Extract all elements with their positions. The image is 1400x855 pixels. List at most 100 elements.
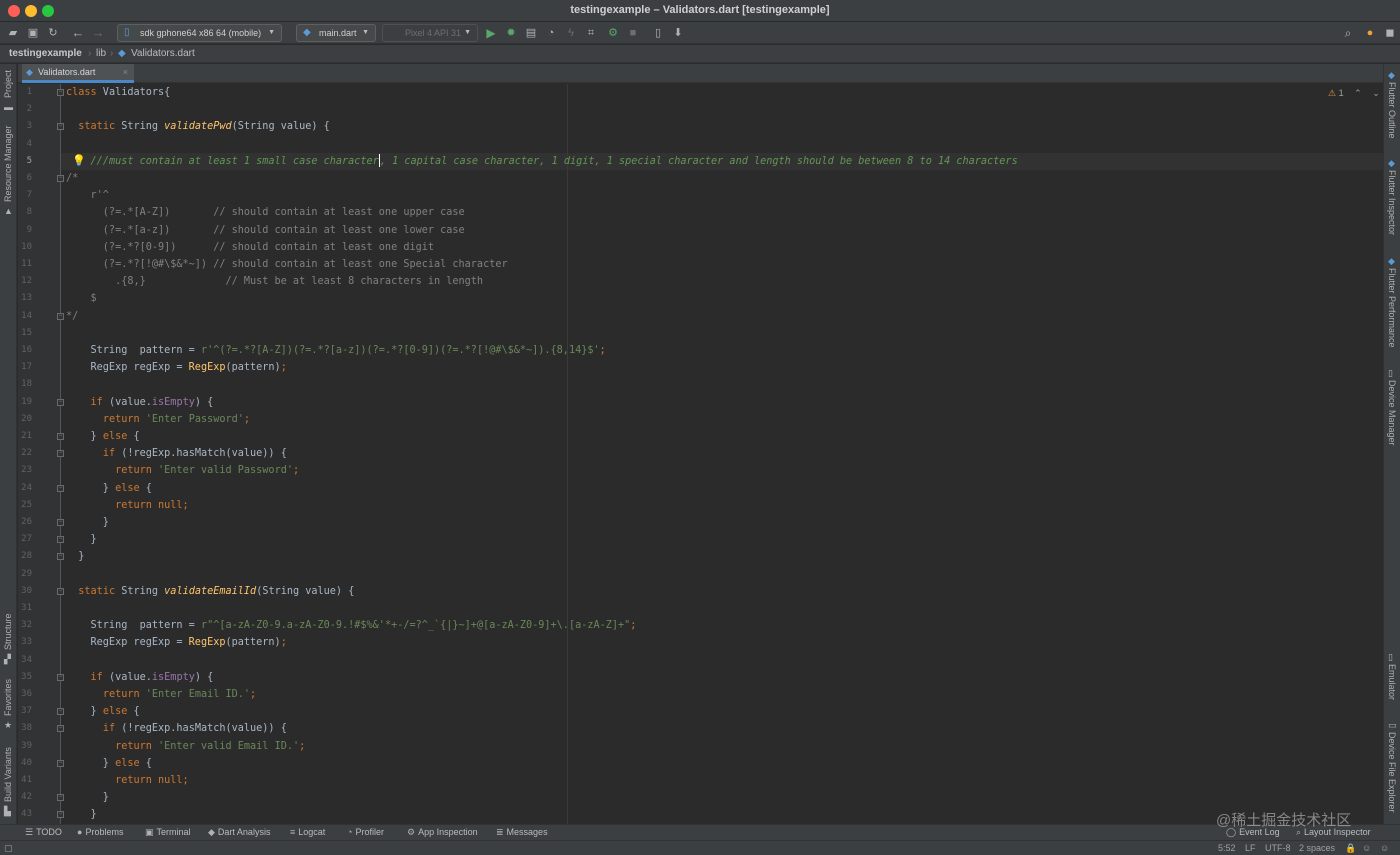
tab-todo[interactable]: ☰ TODO	[25, 825, 62, 840]
hot-reload-icon[interactable]: ϟ	[563, 25, 579, 41]
code-line: String pattern = r'^(?=.*?[A-Z])(?=.*?[a…	[66, 342, 606, 359]
inspector-face-icon[interactable]: ☺	[1362, 841, 1371, 855]
tab-terminal[interactable]: ▣ Terminal	[145, 825, 191, 840]
build-variants-tool-tab[interactable]: ▙ Build Variants	[0, 742, 17, 820]
device-manager-icon[interactable]: ▯	[650, 25, 666, 41]
code-token: ;	[280, 637, 287, 649]
code-token: else	[115, 757, 140, 769]
device-selector[interactable]: ▯ sdk gphone64 x86 64 (mobile) ▼	[117, 24, 282, 42]
fold-marker[interactable]: −	[57, 587, 64, 595]
close-icon[interactable]: ×	[123, 64, 128, 80]
inspection-widget[interactable]: ⚠ 1 ⌃ ⌄	[1328, 86, 1380, 100]
tab-logcat[interactable]: ≡ Logcat	[290, 825, 325, 840]
tab-problems[interactable]: ● Problems	[77, 825, 123, 840]
apply-changes-icon[interactable]: ⌗	[583, 25, 599, 41]
resources-icon: ▲	[4, 206, 13, 216]
feedback-face-icon[interactable]: ☺	[1380, 841, 1389, 855]
file-encoding[interactable]: UTF-8	[1265, 841, 1291, 855]
caret-position[interactable]: 5:52	[1218, 841, 1236, 855]
account-icon[interactable]: ◼	[1382, 25, 1398, 41]
avd-selector[interactable]: Pixel 4 API 31 ▼	[382, 24, 478, 42]
emulator-tool-tab[interactable]: ▯ Emulator	[1384, 652, 1400, 708]
chevron-down-icon: ▼	[268, 29, 275, 36]
lightbulb-icon[interactable]: 💡	[72, 153, 86, 170]
chevron-down-icon[interactable]: ⌄	[1372, 88, 1380, 98]
flutter-inspector-tab-label: Flutter Inspector	[1387, 170, 1397, 236]
indent-setting[interactable]: 2 spaces	[1299, 841, 1335, 855]
fold-marker[interactable]: −	[57, 450, 64, 458]
code-token: (?=.*[a-z]) // should contain at least o…	[66, 224, 465, 236]
breadcrumb-file[interactable]: Validators.dart	[131, 45, 195, 62]
fold-marker[interactable]: −	[57, 89, 64, 96]
fold-marker[interactable]: −	[57, 759, 64, 767]
code-editor[interactable]: 1− class Validators{2 3− static String val…	[18, 84, 1383, 824]
breadcrumb-folder[interactable]: lib	[96, 45, 106, 62]
forward-arrow-icon[interactable]: →	[90, 25, 106, 41]
run-config-selector[interactable]: ◆ main.dart ▼	[296, 24, 376, 42]
tab-validators-dart[interactable]: ◆ Validators.dart ×	[22, 64, 134, 83]
code-line: } else {	[66, 428, 140, 445]
toggle-tool-windows-icon[interactable]: ▢	[4, 841, 13, 855]
tab-messages[interactable]: ≣ Messages	[496, 825, 548, 840]
line-separator[interactable]: LF	[1245, 841, 1256, 855]
line-number: 15	[21, 327, 32, 338]
code-line: } else {	[66, 703, 140, 720]
fold-marker[interactable]: −	[57, 123, 64, 131]
fold-marker[interactable]: −	[57, 725, 64, 733]
back-arrow-icon[interactable]: ←	[70, 25, 86, 41]
flutter-inspector-tool-tab[interactable]: ◆ Flutter Inspector	[1384, 158, 1400, 238]
tab-dart-analysis[interactable]: ◆ Dart Analysis	[208, 825, 270, 840]
fold-marker[interactable]: −	[57, 484, 64, 492]
attach-debugger-icon[interactable]: ⚙	[605, 25, 621, 41]
line-number: 40	[21, 757, 32, 768]
line-number: 27	[21, 534, 32, 545]
tab-app-inspection[interactable]: ⚙ App Inspection	[407, 825, 478, 840]
save-icon[interactable]: ▣	[25, 25, 41, 41]
fold-marker[interactable]: −	[57, 536, 64, 544]
fold-marker[interactable]: −	[57, 519, 64, 526]
open-folder-icon[interactable]: ▰	[5, 25, 21, 41]
flutter-performance-tool-tab[interactable]: ◆ Flutter Performance	[1384, 256, 1400, 350]
fold-marker[interactable]: −	[57, 794, 64, 802]
phone-icon: ▯	[124, 27, 130, 38]
run-icon[interactable]: ▶	[483, 25, 499, 41]
tab-todo-label: TODO	[36, 827, 62, 837]
fold-marker[interactable]: −	[57, 433, 64, 440]
tab-profiler-label: Profiler	[355, 827, 384, 837]
device-file-explorer-tool-tab[interactable]: ▭ Device File Explorer	[1384, 720, 1400, 820]
fold-marker[interactable]: −	[57, 553, 64, 561]
debug-icon[interactable]: ✹	[503, 25, 519, 41]
code-token: static	[78, 121, 116, 133]
breadcrumb-project[interactable]: testingexample	[9, 45, 82, 62]
structure-tool-tab[interactable]: ▞ Structure	[0, 610, 17, 665]
sync-icon[interactable]: ↻	[45, 25, 61, 41]
editor-tab-bar: ◆ Validators.dart ×	[18, 64, 1383, 83]
fold-marker[interactable]: −	[57, 175, 64, 182]
fold-marker[interactable]: −	[57, 312, 64, 320]
line-number: 26	[21, 517, 32, 527]
device-manager-tool-tab[interactable]: ▯ Device Manager	[1384, 368, 1400, 450]
device-manager-tab-label: Device Manager	[1387, 380, 1397, 446]
favorites-tool-tab[interactable]: ★ Favorites	[0, 676, 17, 732]
code-token: (?=.*[A-Z]) // should contain at least o…	[66, 207, 465, 219]
fold-marker[interactable]: −	[57, 673, 64, 681]
sdk-manager-icon[interactable]: ⬇	[670, 25, 686, 41]
chevron-up-icon[interactable]: ⌃	[1354, 88, 1362, 98]
search-icon[interactable]: ⌕	[1340, 25, 1356, 41]
dart-file-icon: ◆	[26, 67, 33, 77]
stop-icon[interactable]: ■	[625, 25, 641, 41]
flutter-outline-tool-tab[interactable]: ◆ Flutter Outline	[1384, 70, 1400, 146]
fold-marker[interactable]: −	[57, 708, 64, 716]
fold-marker[interactable]: −	[57, 811, 64, 819]
update-icon[interactable]: ●	[1362, 25, 1378, 41]
project-tool-tab[interactable]: ▬ Project	[0, 68, 17, 114]
coverage-icon[interactable]: ▤	[523, 25, 539, 41]
lock-icon[interactable]: 🔒	[1345, 841, 1356, 855]
resource-manager-tool-tab[interactable]: ▲ Resource Manager	[0, 125, 17, 218]
tab-profiler[interactable]: ◔ Profiler	[347, 825, 384, 840]
profile-icon[interactable]: ◔	[543, 25, 559, 41]
fold-marker[interactable]: −	[57, 398, 64, 406]
code-line: if (value.isEmpty) {	[66, 394, 214, 411]
